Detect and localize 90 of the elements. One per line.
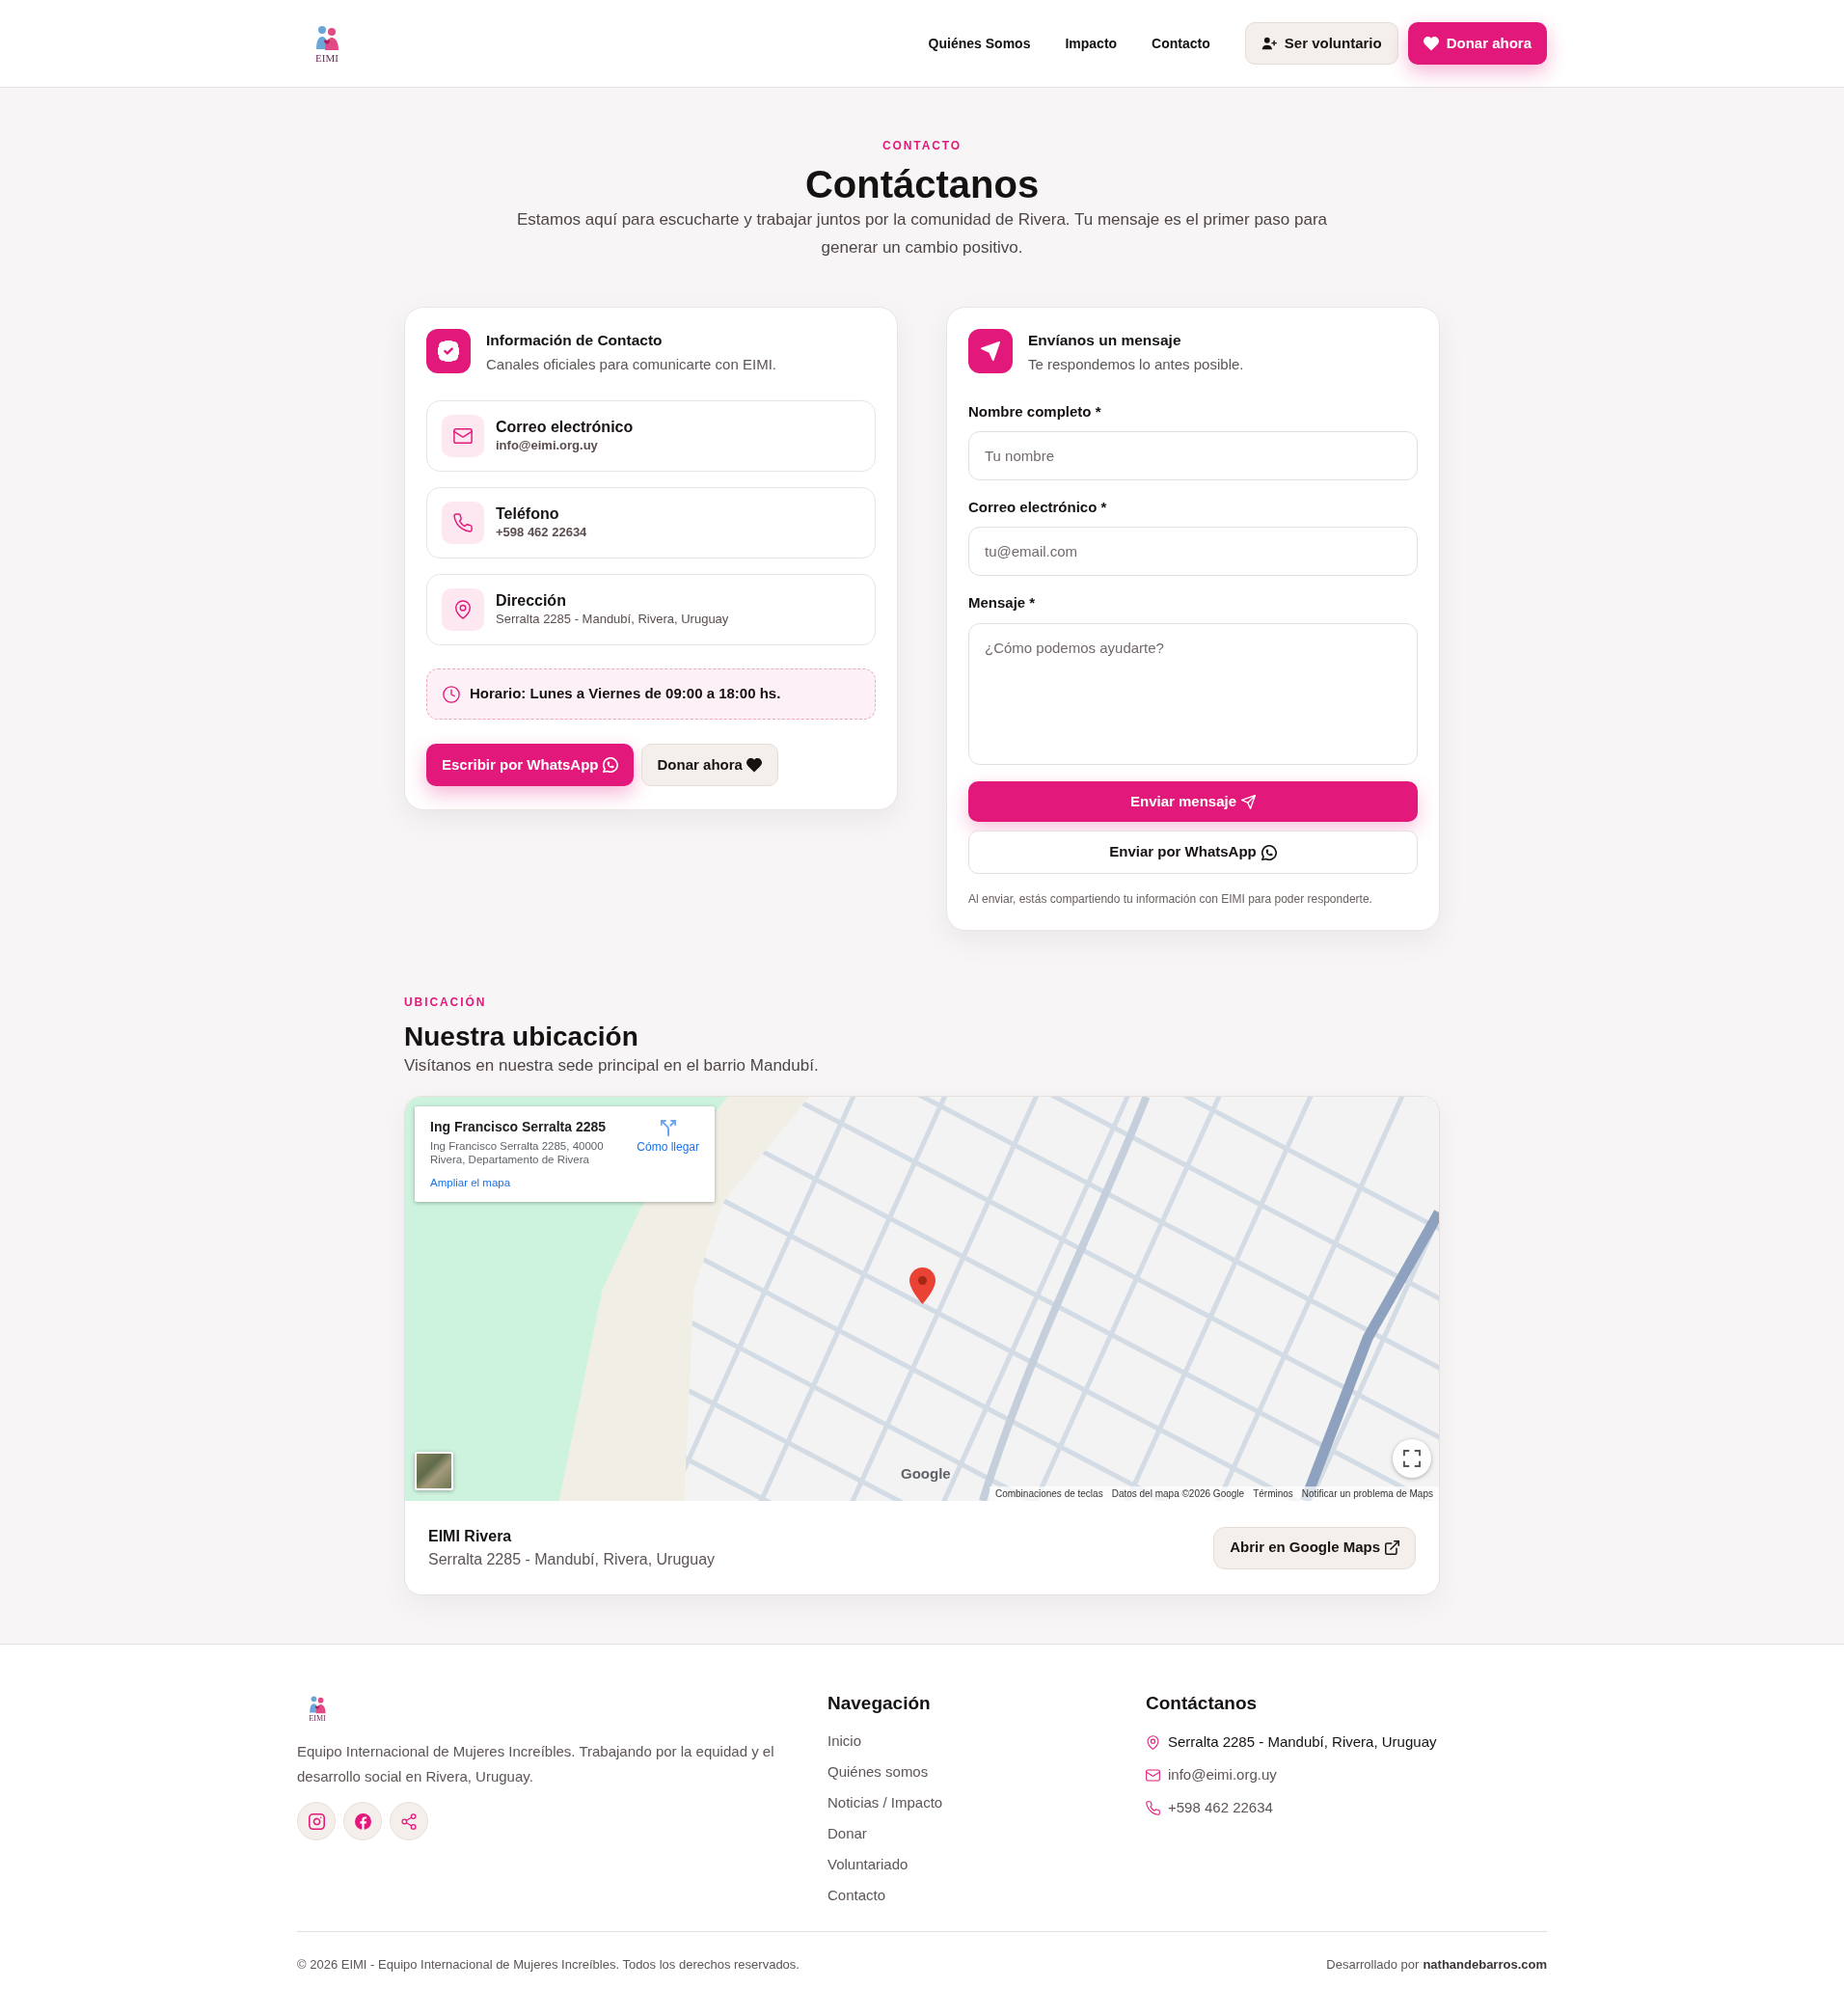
phone-icon [442,502,484,544]
mail-icon [442,415,484,457]
share-link[interactable] [390,1802,428,1840]
contact-value: info@eimi.org.uy [496,437,599,454]
directions-link[interactable]: Cómo llegar [637,1120,699,1166]
intro-text: Estamos aquí para escucharte y trabajar juntos por la comunidad de Rivera. Tu mensaje es el primer paso para generar un cambio positivo. [515,209,1329,259]
send-icon [1241,794,1257,809]
footer-nav-link[interactable]: Contacto [827,1884,886,1907]
card-subtitle: Canales oficiales para comunicarte con EIMI. [486,355,776,374]
email-input[interactable]: tu@email.com [968,527,1418,576]
section-title: Nuestra ubicación [404,1021,639,1053]
footer-nav-link[interactable]: Donar [827,1822,867,1845]
map-pin-icon [442,588,484,631]
footer-description: Equipo Internacional de Mujeres Increíbles. Trabajando por la equidad y el desarrollo social en Rivera, Uruguay. [297,1742,775,1786]
footer-nav-link[interactable]: Noticias / Impacto [827,1791,943,1814]
page-title: Contáctanos [804,163,1040,205]
verified-badge-icon [426,329,471,373]
footer-contact-text: +598 462 22634 [1168,1798,1273,1817]
fullscreen-icon [1403,1450,1421,1467]
contact-label: Correo electrónico [496,418,634,437]
nav-link[interactable]: Contacto [1152,33,1210,54]
logo-link[interactable]: EIMI [311,23,343,64]
logo-people-icon [308,1695,327,1714]
whatsapp-icon [1261,844,1277,860]
share-icon [401,1812,417,1830]
instagram-link[interactable] [297,1802,336,1840]
map-footer-link[interactable]: Combinaciones de teclas [994,1487,1103,1500]
whatsapp-icon [602,757,618,773]
nav-link[interactable]: Quiénes Somos [928,33,1031,54]
facebook-link[interactable] [343,1802,382,1840]
card-title: Información de Contacto [486,331,664,350]
volunteer-button[interactable]: Ser voluntario [1244,22,1398,65]
card-subtitle: Te respondemos lo antes posible. [1028,355,1244,374]
contact-value: Serralta 2285 - Mandubí, Rivera, Uruguay [496,611,729,628]
external-link-icon [1385,1540,1399,1555]
directions-icon [660,1120,676,1136]
whatsapp-button[interactable]: Escribir por WhatsApp [426,744,634,786]
user-plus-icon [1261,37,1277,50]
map-pin-icon [1146,1734,1160,1750]
privacy-note: Al enviar, estás compartiendo tu información con EIMI para poder responderte. [968,891,1373,907]
section-subtitle: Visítanos en nuestra sede principal en el barrio Mandubí. [404,1055,820,1076]
mail-icon [1146,1767,1160,1783]
name-input[interactable]: Tu nombre [968,431,1418,480]
whatsapp-button[interactable]: Enviar por WhatsApp [968,831,1418,874]
footer-logo-link[interactable]: EIMI [306,1695,329,1723]
donate-button[interactable]: Donar ahora [640,744,778,786]
field-label: Correo electrónico * [968,498,1108,517]
map-provider-logo: Google [901,1465,951,1483]
open-maps-button[interactable]: Abrir en Google Maps [1213,1526,1416,1569]
phone-icon [1146,1800,1160,1815]
map-footer-link[interactable]: Términos [1253,1487,1293,1500]
contact-label: Dirección [496,591,567,611]
contact-label: Teléfono [496,504,560,524]
map-footer-link[interactable]: Datos del mapa ©2026 Google [1111,1487,1245,1500]
field-label: Mensaje * [968,593,1037,613]
location-marker-icon [909,1267,936,1304]
clock-icon [443,685,460,703]
nav-link[interactable]: Impacto [1065,33,1118,54]
section-eyebrow: UBICACIÓN [404,994,488,1010]
heart-icon [1423,36,1439,51]
footer-nav-link[interactable]: Quiénes somos [827,1760,929,1784]
footer-heading: Contáctanos [1146,1692,1259,1715]
contact-value: +598 462 22634 [496,524,587,541]
footer-heading: Navegación [827,1692,932,1715]
field-label: Nombre completo * [968,402,1102,422]
footer-nav-link[interactable]: Voluntariado [827,1853,908,1876]
satellite-view-button[interactable] [415,1452,453,1490]
place-address: Serralta 2285 - Mandubí, Rivera, Uruguay [428,1549,716,1569]
facebook-icon [354,1812,371,1830]
send-message-button[interactable]: Enviar mensaje [968,781,1418,822]
copyright-text: © 2026 EIMI - Equipo Internacional de Mujeres Increíbles. Todos los derechos reservados. [297,1956,800,1974]
logo-people-icon [313,23,340,51]
message-textarea[interactable]: ¿Cómo podemos ayudarte? [968,623,1418,765]
footer-nav-link[interactable]: Inicio [827,1730,862,1753]
donate-button[interactable]: Donar ahora [1407,22,1547,65]
place-name: EIMI Rivera [428,1526,513,1546]
hours-text: Horario: Lunes a Viernes de 09:00 a 18:00 hs. [470,684,781,704]
instagram-icon [308,1812,325,1830]
credit-text: Desarrollado por [1326,1956,1420,1974]
card-title: Envíanos un mensaje [1028,331,1182,350]
footer-contact-text: info@eimi.org.uy [1168,1765,1277,1784]
developer-link[interactable]: nathandebarros.com [1423,1955,1547,1975]
place-title: Ing Francisco Serralta 2285 [430,1118,608,1135]
footer-contact-text: Serralta 2285 - Mandubí, Rivera, Uruguay [1168,1732,1437,1752]
section-eyebrow: CONTACTO [881,138,963,153]
heart-icon [746,757,762,773]
map-footer-link[interactable]: Notificar un problema de Maps [1301,1487,1433,1500]
enlarge-map-link[interactable]: Ampliar el mapa [430,1176,511,1189]
send-icon [968,329,1013,373]
place-address: Ing Francisco Serralta 2285, 40000 Rivera, Departamento de Rivera [430,1139,605,1166]
